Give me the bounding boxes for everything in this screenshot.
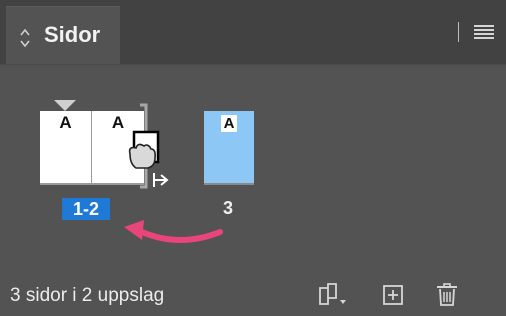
new-page-icon[interactable]: [376, 282, 410, 308]
page-count-status: 3 sidor i 2 uppslag: [10, 285, 165, 306]
panel-titlebar: Sidor: [0, 0, 506, 65]
trash-icon[interactable]: [430, 282, 464, 308]
panel-tab-sidor[interactable]: Sidor: [6, 6, 120, 65]
panel-separator: [0, 64, 506, 65]
page-thumbnail-3[interactable]: A: [204, 111, 254, 185]
drag-arrow-icon: [120, 212, 230, 253]
master-prefix: A: [59, 113, 72, 132]
double-chevron-icon[interactable]: [18, 27, 32, 54]
panel-title: Sidor: [44, 22, 101, 47]
page-thumbnail-1[interactable]: A: [40, 111, 92, 183]
spread-shadow: [40, 183, 144, 185]
page-shadow: [204, 183, 254, 185]
master-prefix: A: [221, 115, 237, 132]
titlebar-divider: [458, 22, 459, 42]
grab-hand-cursor-icon: [124, 130, 164, 181]
spread-label-selected[interactable]: 1-2: [62, 198, 110, 220]
page-size-icon[interactable]: [314, 282, 348, 308]
hamburger-menu-icon[interactable]: [474, 24, 494, 45]
